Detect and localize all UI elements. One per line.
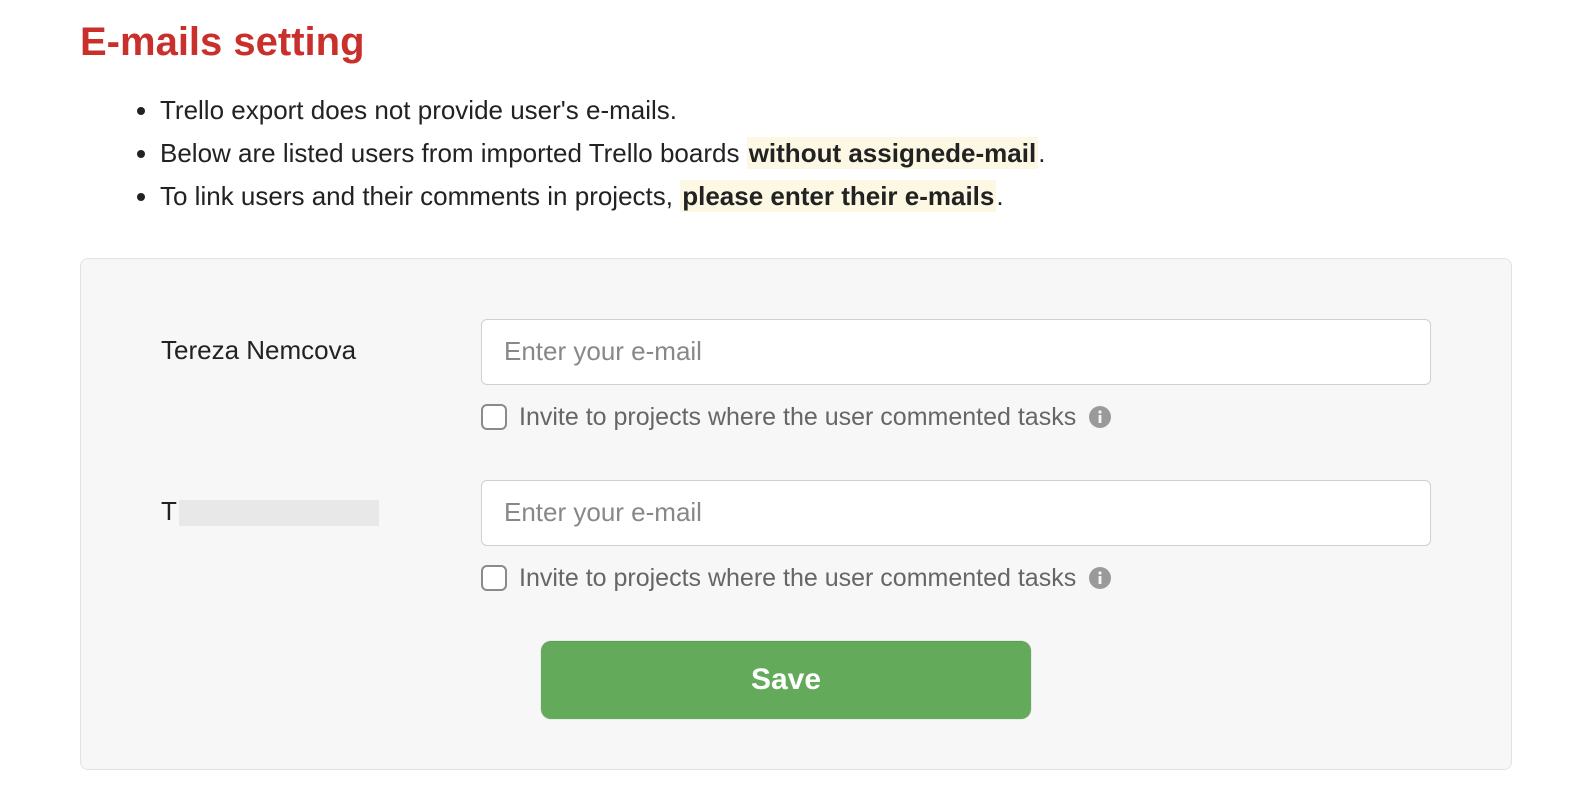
invite-checkbox-label: Invite to projects where the user commen… [519, 403, 1076, 432]
invite-checkbox-label: Invite to projects where the user commen… [519, 564, 1076, 593]
emails-form-panel: Tereza Nemcova Invite to projects where … [80, 258, 1512, 770]
user-name-label: T [161, 480, 481, 527]
invite-checkbox-row: Invite to projects where the user commen… [481, 564, 1431, 593]
info-item-2-suffix: . [1038, 138, 1045, 168]
info-item-2-highlight: without assignede-mail [747, 137, 1039, 169]
info-icon[interactable] [1088, 405, 1112, 429]
info-list: Trello export does not provide user's e-… [160, 89, 1512, 218]
save-button[interactable]: Save [541, 641, 1031, 719]
info-item-3: To link users and their comments in proj… [160, 175, 1512, 218]
info-item-1: Trello export does not provide user's e-… [160, 89, 1512, 132]
user-row: T Invite to projects where the user comm… [161, 480, 1431, 593]
invite-checkbox[interactable] [481, 404, 507, 430]
email-field[interactable] [481, 319, 1431, 385]
redacted-block [179, 500, 379, 526]
info-item-2: Below are listed users from imported Tre… [160, 132, 1512, 175]
info-item-2-prefix: Below are listed users from imported Tre… [160, 138, 747, 168]
invite-checkbox-row: Invite to projects where the user commen… [481, 403, 1431, 432]
page-title: E-mails setting [80, 20, 1512, 65]
user-name-text: T [161, 496, 177, 526]
email-field[interactable] [481, 480, 1431, 546]
user-fields: Invite to projects where the user commen… [481, 319, 1431, 432]
invite-checkbox[interactable] [481, 565, 507, 591]
save-row: Save [541, 641, 1431, 719]
user-fields: Invite to projects where the user commen… [481, 480, 1431, 593]
user-row: Tereza Nemcova Invite to projects where … [161, 319, 1431, 432]
info-item-3-suffix: . [996, 181, 1003, 211]
user-name-text: Tereza Nemcova [161, 335, 356, 365]
user-name-label: Tereza Nemcova [161, 319, 481, 366]
info-icon[interactable] [1088, 566, 1112, 590]
info-item-3-prefix: To link users and their comments in proj… [160, 181, 680, 211]
info-item-3-highlight: please enter their e-mails [680, 180, 996, 212]
